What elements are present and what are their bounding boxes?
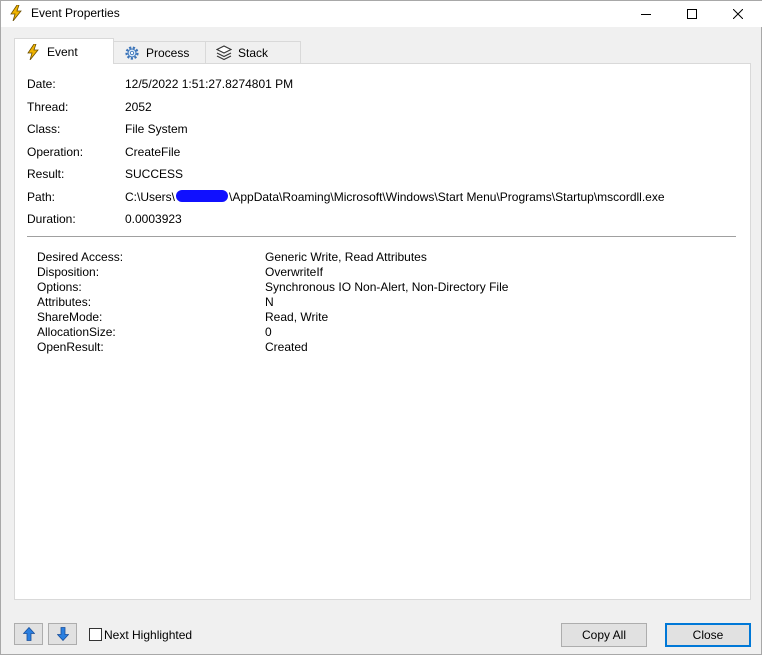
lightning-icon <box>10 5 22 21</box>
desired-access-value: Generic Write, Read Attributes <box>265 250 427 264</box>
operation-value: CreateFile <box>125 145 181 159</box>
redaction-mark <box>176 190 229 202</box>
options-label: Options: <box>37 280 82 294</box>
tab-stack[interactable]: Stack <box>205 41 301 63</box>
tab-event[interactable]: Event <box>14 38 114 64</box>
path-value-suffix: \AppData\Roaming\Microsoft\Windows\Start… <box>229 190 665 204</box>
disposition-label: Disposition: <box>37 265 100 279</box>
attributes-value: N <box>265 295 274 309</box>
gear-icon <box>125 45 139 60</box>
next-highlighted-label[interactable]: Next Highlighted <box>104 628 192 642</box>
next-highlighted-checkbox[interactable] <box>89 628 102 641</box>
close-button[interactable]: Close <box>665 623 751 647</box>
copy-all-label: Copy All <box>581 628 627 642</box>
minimize-icon <box>641 14 651 15</box>
openresult-label: OpenResult: <box>37 340 104 354</box>
lightning-icon <box>27 43 39 60</box>
arrow-down-icon <box>56 627 69 641</box>
close-label: Close <box>692 628 724 642</box>
options-value: Synchronous IO Non-Alert, Non-Directory … <box>265 280 509 294</box>
operation-label: Operation: <box>27 145 84 159</box>
result-label: Result: <box>27 167 65 181</box>
title-bar: Event Properties <box>1 1 763 27</box>
thread-label: Thread: <box>27 100 69 114</box>
attributes-label: Attributes: <box>37 295 92 309</box>
desired-access-label: Desired Access: <box>37 250 124 264</box>
arrow-up-icon <box>22 627 35 641</box>
event-properties-window: Event Properties Event Process Stack Dat… <box>0 0 763 655</box>
date-value: 12/5/2022 1:51:27.8274801 PM <box>125 77 294 91</box>
sharemode-value: Read, Write <box>265 310 329 324</box>
maximize-button[interactable] <box>669 1 715 27</box>
tab-process-label: Process <box>146 45 190 60</box>
allocationsize-value: 0 <box>265 325 272 339</box>
allocationsize-label: AllocationSize: <box>37 325 116 339</box>
path-value-prefix: C:\Users\ <box>125 190 176 204</box>
path-value: C:\Users\ \AppData\Roaming\Microsoft\Wind… <box>125 190 665 204</box>
close-window-button[interactable] <box>715 1 761 27</box>
event-tab-panel: Date: 12/5/2022 1:51:27.8274801 PM Threa… <box>14 63 751 600</box>
result-value: SUCCESS <box>125 167 184 181</box>
copy-all-button[interactable]: Copy All <box>561 623 647 647</box>
path-label: Path: <box>27 190 56 204</box>
openresult-value: Created <box>265 340 308 354</box>
close-icon <box>733 9 743 19</box>
duration-value: 0.0003923 <box>125 212 182 226</box>
previous-event-button[interactable] <box>14 623 43 645</box>
window-title: Event Properties <box>31 6 120 20</box>
class-value: File System <box>125 122 188 136</box>
layers-icon <box>216 44 232 60</box>
disposition-value: OverwriteIf <box>265 265 324 279</box>
class-label: Class: <box>27 122 61 136</box>
thread-value: 2052 <box>125 100 152 114</box>
maximize-icon <box>687 9 697 19</box>
duration-label: Duration: <box>27 212 76 226</box>
next-event-button[interactable] <box>48 623 77 645</box>
separator-line <box>27 236 736 237</box>
tab-stack-label: Stack <box>238 45 269 60</box>
date-label: Date: <box>27 77 56 91</box>
sharemode-label: ShareMode: <box>37 310 103 324</box>
minimize-button[interactable] <box>623 1 669 27</box>
tab-process[interactable]: Process <box>113 41 206 63</box>
tab-event-label: Event <box>47 44 78 59</box>
